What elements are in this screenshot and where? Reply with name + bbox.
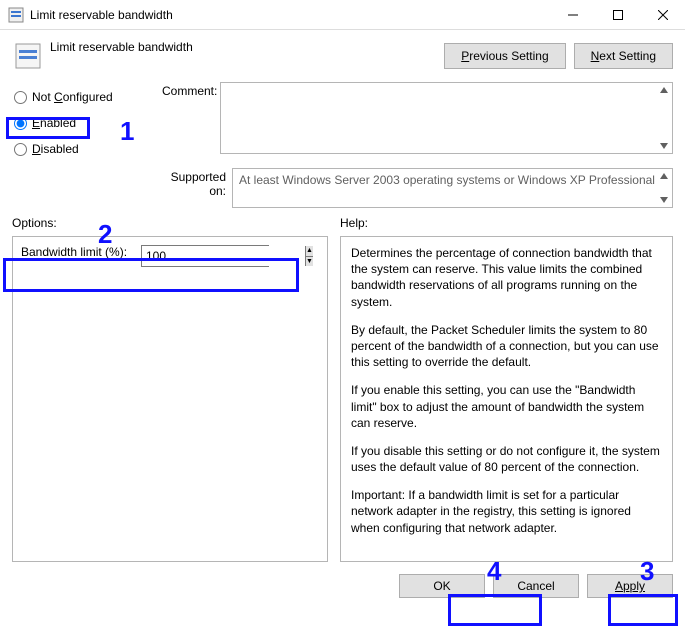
state-radios: Not Configured Enabled Disabled [12,82,162,162]
radio-enabled-input[interactable] [14,117,27,130]
help-pane: Determines the percentage of connection … [340,236,673,562]
comment-label: Comment: [162,82,220,162]
cancel-button[interactable]: Cancel [493,574,579,598]
radio-disabled-label: Disabled [32,142,79,156]
help-p5: Important: If a bandwidth limit is set f… [351,487,662,536]
radio-enabled-label: Enabled [32,116,76,130]
apply-button[interactable]: Apply [587,574,673,598]
radio-disabled-input[interactable] [14,143,27,156]
footer: OK Cancel Apply [0,562,685,610]
app-icon [8,7,24,23]
radio-enabled[interactable]: Enabled [12,110,162,136]
close-button[interactable] [640,0,685,29]
help-p3: If you enable this setting, you can use … [351,382,662,431]
options-pane: Bandwidth limit (%): ▲ ▼ [12,236,328,562]
radio-disabled[interactable]: Disabled [12,136,162,162]
header-title: Limit reservable bandwidth [50,40,436,54]
spin-up-button[interactable]: ▲ [306,246,313,257]
radio-not-configured[interactable]: Not Configured [12,84,162,110]
help-label: Help: [340,216,368,230]
bandwidth-input[interactable] [142,246,305,266]
policy-icon [12,40,44,72]
scroll-down-icon[interactable] [659,196,669,204]
supported-text: At least Windows Server 2003 operating s… [239,173,655,187]
scroll-up-icon[interactable] [659,172,669,180]
radio-not-configured-input[interactable] [14,91,27,104]
maximize-button[interactable] [595,0,640,29]
radio-not-configured-label: Not Configured [32,90,113,104]
window-title: Limit reservable bandwidth [30,8,550,22]
bandwidth-label: Bandwidth limit (%): [21,245,141,259]
minimize-button[interactable] [550,0,595,29]
help-p1: Determines the percentage of connection … [351,245,662,310]
header: Limit reservable bandwidth Previous Sett… [0,30,685,80]
help-p2: By default, the Packet Scheduler limits … [351,322,662,371]
bandwidth-spinner[interactable]: ▲ ▼ [141,245,269,267]
titlebar: Limit reservable bandwidth [0,0,685,30]
spin-down-button[interactable]: ▼ [306,257,313,267]
help-p4: If you disable this setting or do not co… [351,443,662,475]
ok-button[interactable]: OK [399,574,485,598]
scroll-down-icon[interactable] [659,142,669,150]
options-label: Options: [12,216,340,230]
supported-label: Supported on: [162,168,232,208]
scroll-up-icon[interactable] [659,86,669,94]
next-setting-button[interactable]: Next Setting [574,43,673,69]
previous-setting-button[interactable]: Previous Setting [444,43,565,69]
supported-field: At least Windows Server 2003 operating s… [232,168,673,208]
comment-field[interactable] [220,82,673,154]
